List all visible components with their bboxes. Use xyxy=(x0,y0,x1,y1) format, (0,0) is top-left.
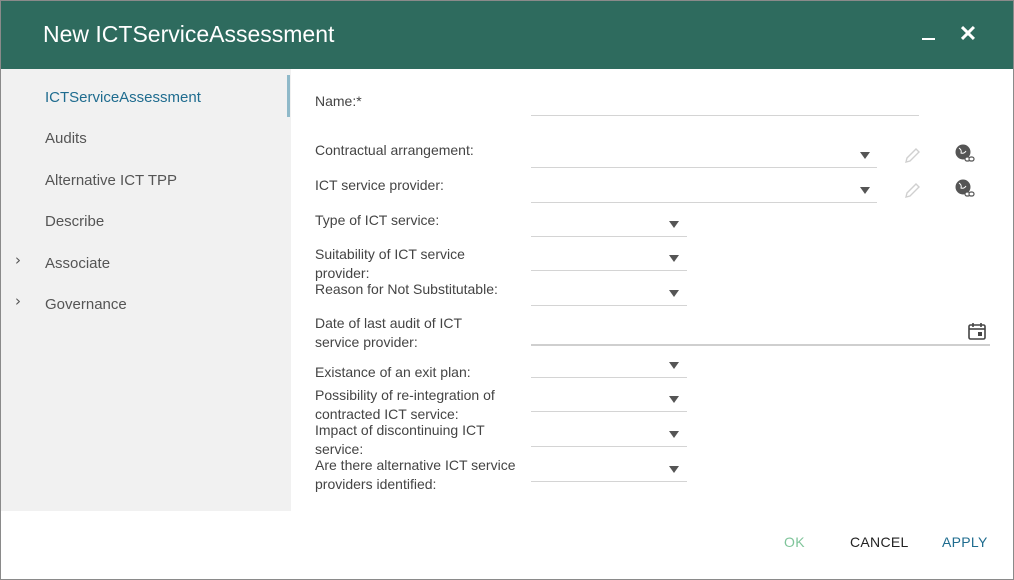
apply-button[interactable]: APPLY xyxy=(942,534,988,550)
impact-select[interactable] xyxy=(531,446,687,447)
chevron-down-icon[interactable] xyxy=(669,362,679,369)
sidebar-item-associate[interactable]: Associate xyxy=(45,255,110,272)
audit-date-label-line2: service provider: xyxy=(315,334,418,350)
title-bar: New ICTServiceAssessment ✕ xyxy=(1,1,1013,69)
exit-plan-select[interactable] xyxy=(531,377,687,378)
sidebar-item-ictserviceassessment[interactable]: ICTServiceAssessment xyxy=(45,89,201,106)
reason-not-substitutable-select[interactable] xyxy=(531,305,687,306)
alternatives-label-line2: providers identified: xyxy=(315,476,437,492)
active-indicator xyxy=(287,75,290,117)
audit-date-input[interactable] xyxy=(531,344,990,346)
reintegration-label-line1: Possibility of re-integration of xyxy=(315,387,495,403)
chevron-down-icon[interactable] xyxy=(669,221,679,228)
sidebar-item-governance[interactable]: Governance xyxy=(45,296,127,313)
pencil-icon xyxy=(905,183,920,198)
chevron-down-icon[interactable] xyxy=(669,290,679,297)
globe-link-icon[interactable] xyxy=(954,143,976,165)
suitability-label-line1: Suitability of ICT service xyxy=(315,246,465,262)
type-of-ict-service-select[interactable] xyxy=(531,236,687,237)
contractual-arrangement-label: Contractual arrangement: xyxy=(315,142,474,158)
sidebar: ICTServiceAssessment Audits Alternative … xyxy=(1,69,291,511)
dialog: New ICTServiceAssessment ✕ ICTServiceAss… xyxy=(0,0,1014,580)
close-icon[interactable]: ✕ xyxy=(957,23,979,45)
exit-plan-label: Existance of an exit plan: xyxy=(315,364,471,380)
globe-link-icon[interactable] xyxy=(954,178,976,200)
type-of-ict-service-label: Type of ICT service: xyxy=(315,212,440,228)
calendar-icon[interactable] xyxy=(967,321,987,341)
reintegration-select[interactable] xyxy=(531,411,687,412)
alternatives-select[interactable] xyxy=(531,481,687,482)
pencil-icon xyxy=(905,148,920,163)
chevron-down-icon[interactable] xyxy=(669,466,679,473)
ok-button[interactable]: OK xyxy=(784,534,805,550)
chevron-right-icon[interactable]: › xyxy=(15,251,21,269)
audit-date-label-line1: Date of last audit of ICT xyxy=(315,315,463,331)
suitability-select[interactable] xyxy=(531,270,687,271)
sidebar-item-audits[interactable]: Audits xyxy=(45,130,87,147)
minimize-icon[interactable] xyxy=(917,23,939,45)
chevron-down-icon[interactable] xyxy=(669,431,679,438)
impact-label-line1: Impact of discontinuing ICT xyxy=(315,422,485,438)
reason-not-substitutable-label: Reason for Not Substitutable: xyxy=(315,281,498,297)
ict-service-provider-select[interactable] xyxy=(531,202,877,203)
alternatives-label-line1: Are there alternative ICT service xyxy=(315,457,516,473)
chevron-down-icon[interactable] xyxy=(669,396,679,403)
name-label: Name:* xyxy=(315,93,362,109)
chevron-right-icon[interactable]: › xyxy=(15,292,21,310)
sidebar-item-alternative-ict-tpp[interactable]: Alternative ICT TPP xyxy=(45,172,177,189)
contractual-arrangement-select[interactable] xyxy=(531,167,877,168)
ict-service-provider-label: ICT service provider: xyxy=(315,177,444,193)
dialog-title: New ICTServiceAssessment xyxy=(43,21,335,47)
cancel-button[interactable]: CANCEL xyxy=(850,534,909,550)
name-input[interactable] xyxy=(531,115,919,116)
chevron-down-icon[interactable] xyxy=(669,255,679,262)
chevron-down-icon[interactable] xyxy=(860,152,870,159)
sidebar-item-describe[interactable]: Describe xyxy=(45,213,104,230)
chevron-down-icon[interactable] xyxy=(860,187,870,194)
